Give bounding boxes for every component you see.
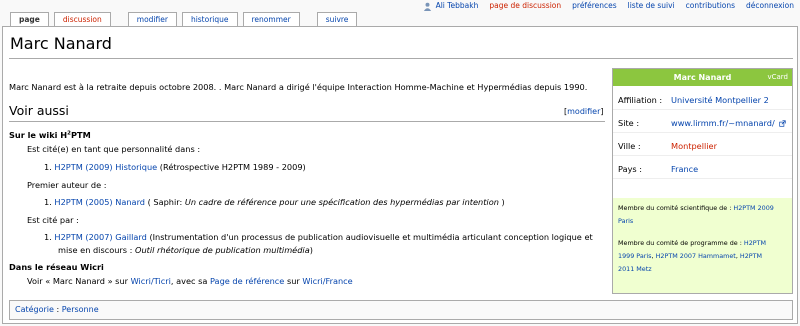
user-talk-link[interactable]: page de discussion bbox=[489, 1, 561, 10]
committee-panel: Membre du comité scientifique de : H2PTM… bbox=[613, 198, 792, 293]
item3-link[interactable]: H2PTM (2007) Gaillard bbox=[54, 232, 146, 242]
item2-link[interactable]: H2PTM (2005) Nanard bbox=[54, 197, 145, 207]
cited-as-label: Est cité(e) en tant que personnalité dan… bbox=[27, 144, 201, 154]
reference-page-link[interactable]: Page de référence bbox=[210, 276, 284, 286]
infobox: Marc Nanard vCard Affiliation : Universi… bbox=[612, 68, 793, 294]
preferences-link[interactable]: préférences bbox=[572, 1, 616, 10]
tab-suivre[interactable]: suivre bbox=[316, 12, 358, 26]
category-bar: Catégorie : Personne bbox=[9, 300, 793, 320]
tab-renommer[interactable]: renommer bbox=[242, 12, 300, 26]
page-tabs: page discussion modifier historique reno… bbox=[10, 12, 358, 27]
category-value-link[interactable]: Personne bbox=[62, 305, 99, 314]
section-edit: [modifier] bbox=[564, 107, 604, 116]
external-link-icon bbox=[779, 120, 786, 127]
prog-link-2007[interactable]: H2PTM 2007 Hammamet bbox=[656, 252, 736, 260]
vcard-link[interactable]: vCard bbox=[767, 69, 788, 86]
tab-page[interactable]: page bbox=[10, 12, 49, 27]
sci-link[interactable]: H2PTM 2009 bbox=[733, 204, 773, 212]
wicri-france-link[interactable]: Wicri/France bbox=[302, 276, 352, 286]
user-icon bbox=[423, 2, 431, 11]
prog-link-2011[interactable]: H2PTM bbox=[740, 252, 762, 260]
infobox-row: Affiliation : Université Montpellier 2 bbox=[613, 91, 792, 110]
infobox-row: Ville : Montpellier bbox=[613, 137, 792, 156]
prog-link-metz[interactable]: 2011 Metz bbox=[618, 265, 652, 273]
list-item: 1. H2PTM (2009) Historique (Rétrospectiv… bbox=[44, 162, 306, 172]
wicri-heading: Dans le réseau Wicri bbox=[9, 262, 104, 272]
section-divider bbox=[9, 121, 605, 122]
site-link[interactable]: www.lirmm.fr/~mnanard/ bbox=[671, 118, 775, 128]
sci-link-paris[interactable]: Paris bbox=[618, 217, 633, 225]
scientific-committee: Membre du comité scientifique de : H2PTM… bbox=[618, 204, 774, 225]
first-author-label: Premier auteur de : bbox=[27, 180, 107, 190]
category-label-link[interactable]: Catégorie bbox=[15, 305, 54, 314]
wicri-line: Voir « Marc Nanard » sur Wicri/Ticri, av… bbox=[27, 276, 353, 286]
watchlist-link[interactable]: liste de suivi bbox=[628, 1, 675, 10]
wicri-ticri-link[interactable]: Wicri/Ticri bbox=[131, 276, 171, 286]
user-link[interactable]: Ali Tebbakh bbox=[423, 1, 478, 11]
page-title: Marc Nanard bbox=[10, 34, 112, 53]
contributions-link[interactable]: contributions bbox=[686, 1, 735, 10]
infobox-row: Pays : France bbox=[613, 160, 792, 179]
cited-by-label: Est cité par : bbox=[27, 215, 79, 225]
country-link[interactable]: France bbox=[671, 160, 698, 179]
infobox-header: Marc Nanard vCard bbox=[613, 69, 792, 86]
list-item-cont: mise en discours : Outil rhétorique de p… bbox=[58, 245, 313, 255]
infobox-title: Marc Nanard bbox=[673, 73, 732, 82]
title-divider bbox=[9, 58, 793, 59]
infobox-row: Site : www.lirmm.fr/~mnanard/ bbox=[613, 114, 792, 133]
tab-discussion[interactable]: discussion bbox=[53, 12, 111, 26]
affiliation-link[interactable]: Université Montpellier 2 bbox=[671, 91, 769, 110]
tab-modifier[interactable]: modifier bbox=[127, 12, 177, 26]
wiki-heading: Sur le wiki H2PTM bbox=[9, 130, 91, 140]
city-link[interactable]: Montpellier bbox=[671, 137, 717, 156]
section-edit-link[interactable]: modifier bbox=[567, 107, 600, 116]
item1-link[interactable]: H2PTM (2009) Historique bbox=[54, 162, 157, 172]
prog-link[interactable]: H2PTM bbox=[744, 239, 766, 247]
logout-link[interactable]: déconnexion bbox=[746, 1, 794, 10]
intro-paragraph: Marc Nanard est à la retraite depuis oct… bbox=[9, 82, 588, 92]
list-item: 1. H2PTM (2005) Nanard ( Saphir: Un cadr… bbox=[44, 197, 505, 207]
section-heading: Voir aussi bbox=[9, 103, 69, 118]
personal-toolbar: Ali Tebbakh page de discussion préférenc… bbox=[423, 1, 794, 11]
program-committee: Membre du comité de programme de : H2PTM… bbox=[618, 239, 767, 273]
content-area: Marc Nanard Marc Nanard est à la retrait… bbox=[2, 26, 798, 324]
tab-historique[interactable]: historique bbox=[181, 12, 238, 26]
list-item: 1. H2PTM (2007) Gaillard (Instrumentatio… bbox=[44, 232, 593, 242]
prog-link-1999[interactable]: 1999 Paris bbox=[618, 252, 652, 260]
